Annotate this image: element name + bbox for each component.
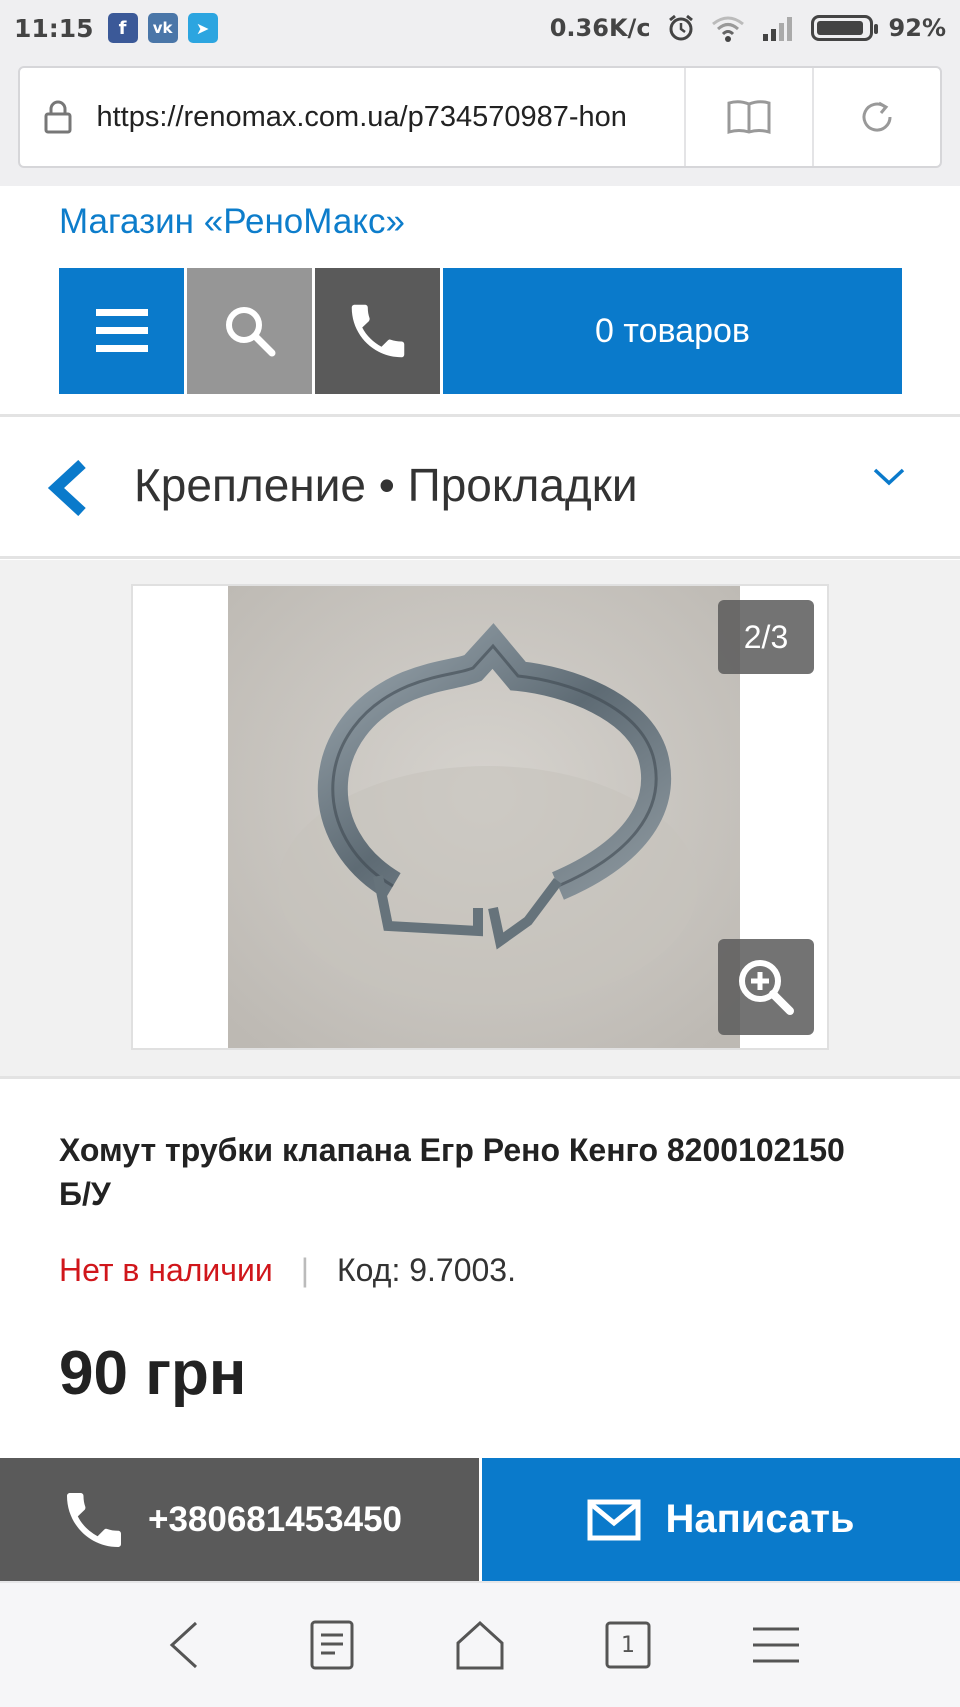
search-icon — [225, 307, 275, 357]
browser-menu-button[interactable] — [736, 1605, 816, 1685]
back-button[interactable] — [46, 459, 90, 521]
network-speed: 0.36K/c — [549, 14, 651, 42]
telegram-icon: ➤ — [187, 13, 218, 43]
menu-icon — [753, 1627, 799, 1663]
battery-percent: 92% — [888, 14, 946, 42]
availability-status: Нет в наличии — [59, 1252, 273, 1288]
phone-number: +380681453450 — [148, 1499, 403, 1539]
notification-icons: f vk ➤ — [107, 13, 218, 43]
url-text[interactable]: https://renomax.com.ua/p734570987-hon — [96, 101, 684, 134]
product-gallery — [0, 560, 960, 1076]
store-name-link[interactable]: Магазин «РеноМакс» — [59, 202, 405, 242]
lock-icon — [20, 100, 96, 134]
chevron-down-icon — [873, 468, 905, 486]
product-photo — [228, 586, 740, 1048]
phone-icon — [67, 1492, 121, 1547]
address-bar[interactable]: https://renomax.com.ua/p734570987-hon — [18, 66, 942, 168]
zoom-in-icon — [739, 960, 794, 1015]
phone-icon — [351, 304, 404, 358]
category-title: Крепление • Прокладки — [134, 459, 638, 511]
bookmarks-button[interactable] — [292, 1605, 372, 1685]
product-title: Хомут трубки клапана Егр Рено Кенго 8200… — [59, 1132, 845, 1212]
divider — [0, 1076, 960, 1079]
status-right: 0.36K/c 92% — [550, 14, 946, 42]
write-message-button[interactable]: Написать — [482, 1458, 960, 1581]
reload-button[interactable] — [812, 68, 940, 166]
browser-back-button[interactable] — [144, 1605, 224, 1685]
tabs-button[interactable]: 1 — [588, 1605, 668, 1685]
home-icon — [456, 1620, 504, 1670]
hamburger-icon — [95, 309, 148, 352]
arrow-left-icon — [169, 1621, 198, 1669]
tab-count: 1 — [621, 1632, 635, 1658]
store-nav: 0 товаров — [59, 268, 902, 394]
document-icon — [310, 1620, 354, 1670]
zoom-button[interactable] — [718, 939, 814, 1035]
product-meta: Нет в наличии | Код: 9.7003. — [59, 1252, 516, 1289]
product-price: 90 грн — [59, 1339, 247, 1408]
alarm-icon — [668, 14, 693, 41]
cart-button[interactable]: 0 товаров — [443, 268, 902, 394]
product-code: Код: 9.7003. — [337, 1252, 516, 1288]
divider — [0, 556, 960, 559]
browser-bottom-nav: 1 — [0, 1581, 960, 1707]
vk-icon: vk — [147, 13, 178, 43]
reload-icon — [862, 101, 892, 132]
category-bar: Крепление • Прокладки — [0, 420, 960, 558]
call-button[interactable] — [315, 268, 440, 394]
menu-button[interactable] — [59, 268, 184, 394]
search-button[interactable] — [187, 268, 312, 394]
meta-separator: | — [300, 1252, 310, 1288]
write-label: Написать — [665, 1497, 855, 1541]
divider — [0, 414, 960, 417]
wifi-icon — [711, 16, 744, 42]
category-dropdown-toggle[interactable] — [872, 466, 906, 493]
reader-mode-button[interactable] — [684, 68, 812, 166]
facebook-icon: f — [107, 13, 138, 43]
chevron-left-icon — [47, 459, 86, 517]
browser-toolbar: https://renomax.com.ua/p734570987-hon — [0, 56, 960, 186]
home-button[interactable] — [440, 1605, 520, 1685]
image-counter: 2/3 — [718, 600, 814, 674]
call-phone-button[interactable]: +380681453450 — [0, 1458, 479, 1581]
status-time: 11:15 — [14, 13, 94, 43]
mail-icon — [587, 1499, 641, 1540]
battery-icon — [810, 15, 878, 41]
contact-actions: +380681453450 Написать — [0, 1458, 960, 1581]
book-icon — [727, 100, 771, 135]
status-bar: 11:15 f vk ➤ 0.36K/c 92% — [0, 0, 960, 56]
signal-icon — [762, 17, 792, 41]
